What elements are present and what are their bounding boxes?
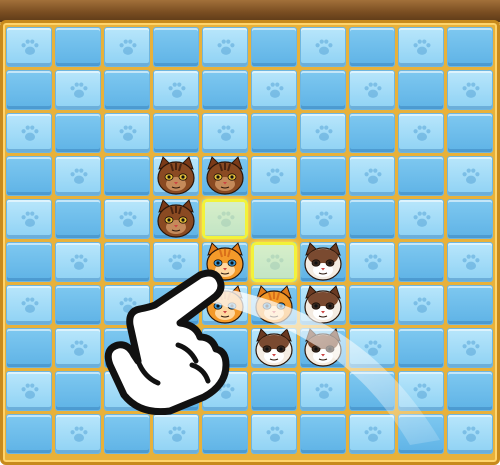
board-tile[interactable] — [104, 414, 150, 454]
board-tile[interactable] — [300, 70, 346, 110]
game-board — [6, 27, 494, 459]
board-tile[interactable] — [202, 414, 248, 454]
board-tile[interactable] — [202, 70, 248, 110]
board-tile[interactable] — [104, 156, 150, 196]
board-tile[interactable] — [398, 27, 444, 67]
board-tile[interactable] — [447, 156, 493, 196]
board-tile[interactable] — [6, 285, 52, 325]
orange-cat-piece[interactable] — [251, 284, 297, 326]
board-tile[interactable] — [300, 371, 346, 411]
board-tile[interactable] — [251, 70, 297, 110]
board-tile[interactable] — [398, 156, 444, 196]
board-tile[interactable] — [55, 328, 101, 368]
board-tile[interactable] — [55, 414, 101, 454]
board-tile[interactable] — [251, 371, 297, 411]
board-tile[interactable] — [6, 414, 52, 454]
board-tile[interactable] — [251, 414, 297, 454]
board-tile[interactable] — [55, 156, 101, 196]
board-tile[interactable] — [55, 113, 101, 153]
board-tile[interactable] — [153, 414, 199, 454]
board-tile[interactable] — [55, 285, 101, 325]
board-tile[interactable] — [447, 328, 493, 368]
board-tile[interactable] — [6, 156, 52, 196]
board-tile[interactable] — [349, 414, 395, 454]
board-tile[interactable] — [6, 371, 52, 411]
board-tile[interactable] — [447, 242, 493, 282]
siamese-cat-piece[interactable] — [300, 241, 346, 283]
board-tile[interactable] — [447, 199, 493, 239]
board-tile[interactable] — [398, 285, 444, 325]
board-tile[interactable] — [300, 27, 346, 67]
board-tile[interactable] — [6, 113, 52, 153]
board-tile[interactable] — [447, 27, 493, 67]
board-tile[interactable] — [202, 113, 248, 153]
board-tile[interactable] — [349, 156, 395, 196]
board-tile[interactable] — [104, 27, 150, 67]
board-tile[interactable] — [300, 113, 346, 153]
board-tile[interactable] — [447, 70, 493, 110]
board-tile[interactable] — [447, 414, 493, 454]
board-tile[interactable] — [447, 371, 493, 411]
board-tile[interactable] — [447, 113, 493, 153]
pointing-hand-icon — [104, 269, 230, 415]
board-tile[interactable] — [398, 199, 444, 239]
board-tile[interactable] — [447, 285, 493, 325]
board-tile[interactable] — [6, 27, 52, 67]
board-tile[interactable] — [349, 70, 395, 110]
board-tile[interactable] — [349, 113, 395, 153]
brown-tabby-cat-piece[interactable] — [153, 155, 199, 197]
board-tile[interactable] — [251, 156, 297, 196]
board-tile[interactable] — [349, 199, 395, 239]
board-tile[interactable] — [300, 199, 346, 239]
board-tile[interactable] — [104, 113, 150, 153]
board-tile[interactable] — [349, 285, 395, 325]
board-tile[interactable] — [153, 27, 199, 67]
board-tile[interactable] — [6, 242, 52, 282]
board-tile[interactable] — [55, 371, 101, 411]
board-tile[interactable] — [55, 27, 101, 67]
board-tile[interactable] — [6, 199, 52, 239]
board-tile[interactable] — [349, 27, 395, 67]
board-tile[interactable] — [55, 242, 101, 282]
brown-tabby-cat-piece[interactable] — [202, 155, 248, 197]
board-tile[interactable] — [398, 328, 444, 368]
board-tile[interactable] — [398, 70, 444, 110]
board-tile[interactable] — [251, 27, 297, 67]
siamese-cat-piece[interactable] — [300, 284, 346, 326]
board-tile[interactable] — [202, 27, 248, 67]
board-tile[interactable] — [55, 199, 101, 239]
board-tile[interactable] — [398, 371, 444, 411]
brown-tabby-cat-piece[interactable] — [153, 198, 199, 240]
board-tile[interactable] — [398, 113, 444, 153]
board-tile[interactable] — [398, 414, 444, 454]
board-tile[interactable] — [6, 328, 52, 368]
board-tile[interactable] — [251, 199, 297, 239]
highlight-cell — [202, 199, 248, 239]
board-tile[interactable] — [104, 199, 150, 239]
siamese-cat-piece[interactable] — [251, 327, 297, 369]
board-tile[interactable] — [398, 242, 444, 282]
board-tile[interactable] — [300, 156, 346, 196]
board-tile[interactable] — [349, 371, 395, 411]
board-tile[interactable] — [300, 414, 346, 454]
siamese-cat-piece[interactable] — [300, 327, 346, 369]
board-tile[interactable] — [6, 70, 52, 110]
board-tile[interactable] — [153, 70, 199, 110]
board-tile[interactable] — [55, 70, 101, 110]
board-tile[interactable] — [251, 113, 297, 153]
board-tile[interactable] — [153, 113, 199, 153]
board-tile[interactable] — [104, 70, 150, 110]
board-tile[interactable] — [349, 328, 395, 368]
highlight-cell — [251, 242, 297, 282]
board-tile[interactable] — [349, 242, 395, 282]
